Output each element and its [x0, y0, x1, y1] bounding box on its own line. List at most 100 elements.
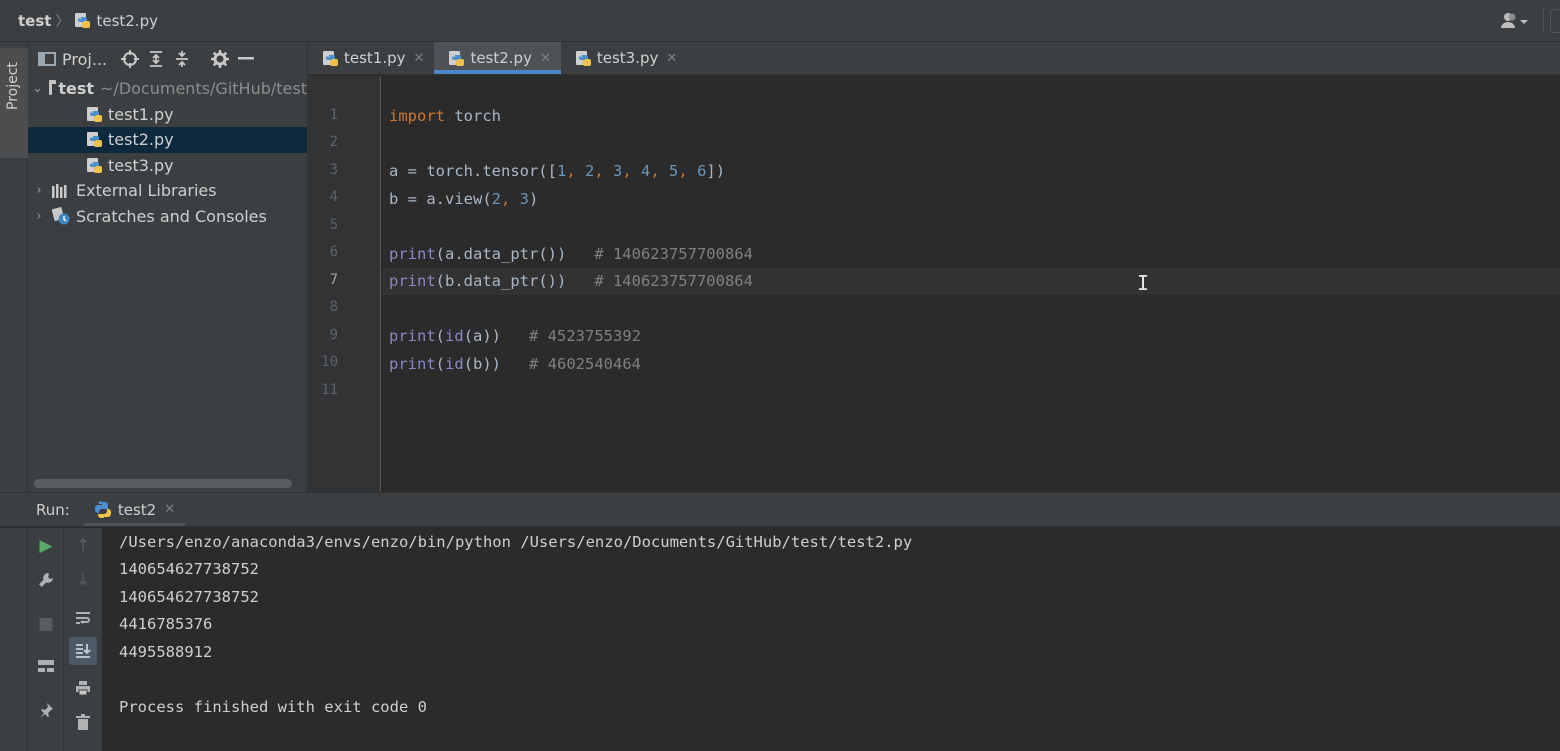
- code-text: (a)): [463, 327, 530, 345]
- tree-file-test3[interactable]: test3.py: [28, 153, 307, 179]
- folder-icon: [48, 79, 57, 95]
- number-literal: 3: [613, 162, 623, 180]
- comma: ,: [678, 162, 698, 180]
- locate-icon[interactable]: [117, 46, 143, 72]
- number-literal: 2: [585, 162, 595, 180]
- run-toolbar-secondary: ↑ ↓: [64, 528, 102, 751]
- number-literal: 5: [669, 162, 679, 180]
- project-panel: Proj... ⌄ test ~/Documents/GitHub/test t…: [28, 42, 308, 492]
- soft-wrap-icon[interactable]: [69, 604, 97, 632]
- project-view-selector[interactable]: Proj...: [38, 50, 107, 69]
- console-line: 4495588912: [119, 643, 213, 661]
- code-editor[interactable]: import torch a = torch.tensor([1, 2, 3, …: [382, 76, 1560, 492]
- line-number: 2: [329, 134, 338, 150]
- tab-test3[interactable]: test3.py ✕: [561, 42, 687, 74]
- rerun-icon[interactable]: ▶: [32, 532, 60, 560]
- gear-icon[interactable]: [207, 46, 233, 72]
- collapse-all-icon[interactable]: [169, 46, 195, 72]
- arrow-up-icon[interactable]: ↑: [69, 532, 97, 560]
- breadcrumb-file[interactable]: test2.py: [74, 12, 158, 30]
- project-panel-title: Proj...: [62, 49, 108, 69]
- comma: ,: [594, 162, 614, 180]
- tab-test2[interactable]: test2.py ✕: [434, 42, 562, 74]
- hide-panel-icon[interactable]: [233, 46, 259, 72]
- library-icon: [52, 183, 67, 198]
- line-number: 3: [329, 162, 338, 178]
- chevron-right-icon[interactable]: ›: [32, 183, 46, 198]
- code-comment: # 140623757700864: [594, 272, 753, 290]
- chevron-right-icon[interactable]: ›: [32, 209, 46, 224]
- tree-root-test[interactable]: ⌄ test ~/Documents/GitHub/test: [28, 76, 307, 102]
- code-comment: # 140623757700864: [594, 245, 753, 263]
- line-number: 9: [329, 327, 338, 343]
- tree-file-label: test1.py: [108, 104, 174, 124]
- tree-external-libraries-label: External Libraries: [76, 181, 217, 201]
- run-tab-test2[interactable]: test2 ✕: [83, 493, 186, 526]
- code-text: (b)): [463, 355, 530, 373]
- console-line: 140654627738752: [119, 560, 259, 578]
- number-literal: 6: [697, 162, 707, 180]
- breadcrumb-project[interactable]: test: [18, 12, 51, 30]
- line-number: 5: [329, 217, 338, 233]
- breadcrumb-separator: 〉: [55, 13, 70, 30]
- stop-icon[interactable]: ■: [32, 610, 60, 638]
- python-file-icon: [86, 106, 103, 123]
- close-icon[interactable]: ✕: [164, 502, 175, 517]
- keyword-import: import: [389, 107, 445, 125]
- project-window-icon: [38, 52, 56, 66]
- number-literal: 4: [641, 162, 651, 180]
- wrench-icon[interactable]: [32, 566, 60, 594]
- line-number: 8: [329, 299, 338, 315]
- python-file-icon: [86, 131, 103, 148]
- arrow-down-icon[interactable]: ↓: [69, 566, 97, 594]
- line-number-gutter[interactable]: 1 2 3 4 5 6 7 8 9 10 11: [308, 76, 381, 492]
- navbar-widget[interactable]: [1550, 9, 1560, 33]
- code-text: (: [435, 355, 446, 373]
- code-text: (b.data_ptr()): [435, 272, 595, 290]
- builtin-id: id: [445, 327, 464, 345]
- horizontal-scrollbar[interactable]: [34, 479, 292, 488]
- console-line: 4416785376: [119, 615, 213, 633]
- tree-file-test1[interactable]: test1.py: [28, 102, 307, 128]
- expand-all-icon[interactable]: [143, 46, 169, 72]
- tree-root-path: ~/Documents/GitHub/test: [100, 79, 307, 99]
- print-icon[interactable]: [69, 674, 97, 702]
- comma: ,: [650, 162, 670, 180]
- tree-file-label: test2.py: [108, 130, 174, 150]
- code-line-7: print(b.data_ptr()) # 140623757700864: [382, 268, 1560, 295]
- python-file-icon: [448, 50, 465, 67]
- left-tool-strip: Project: [0, 42, 28, 492]
- console-output[interactable]: /Users/enzo/anaconda3/envs/enzo/bin/pyth…: [102, 528, 1560, 751]
- tree-scratches-label: Scratches and Consoles: [76, 206, 267, 226]
- close-icon[interactable]: ✕: [540, 51, 551, 66]
- close-icon[interactable]: ✕: [666, 51, 677, 66]
- line-number: 1: [329, 107, 338, 123]
- builtin-print: print: [389, 355, 436, 373]
- chevron-down-icon[interactable]: ⌄: [32, 81, 43, 96]
- comma: ,: [622, 162, 642, 180]
- tree-file-label: test3.py: [108, 155, 174, 175]
- tree-scratches[interactable]: › Scratches and Consoles: [28, 204, 307, 230]
- user-account-icon[interactable]: [1497, 9, 1533, 33]
- console-line-command: /Users/enzo/anaconda3/envs/enzo/bin/pyth…: [119, 533, 913, 551]
- tree-file-test2[interactable]: test2.py: [28, 127, 307, 153]
- comma: ,: [566, 162, 585, 180]
- run-panel: Run: test2 ✕ ▶ ■ ↑ ↓ /Users/enzo/anacond…: [0, 492, 1560, 751]
- python-file-icon: [575, 50, 592, 67]
- trash-icon[interactable]: [69, 708, 97, 736]
- close-icon[interactable]: ✕: [414, 51, 425, 66]
- pin-icon[interactable]: [32, 696, 60, 724]
- line-number: 11: [321, 382, 338, 398]
- line-number: 10: [321, 354, 338, 370]
- project-tool-window-button[interactable]: Project: [0, 48, 28, 158]
- layout-icon[interactable]: [32, 652, 60, 680]
- project-panel-header: Proj...: [28, 42, 307, 76]
- number-literal: 2: [491, 190, 501, 208]
- scroll-to-end-icon[interactable]: [69, 637, 97, 665]
- builtin-print: print: [389, 327, 436, 345]
- code-line-9: print(id(a)) # 4523755392: [382, 323, 1560, 350]
- run-panel-header: Run: test2 ✕: [0, 493, 1560, 527]
- tab-test1[interactable]: test1.py ✕: [308, 42, 434, 74]
- project-tool-label: Project: [5, 62, 21, 110]
- tree-external-libraries[interactable]: › External Libraries: [28, 178, 307, 204]
